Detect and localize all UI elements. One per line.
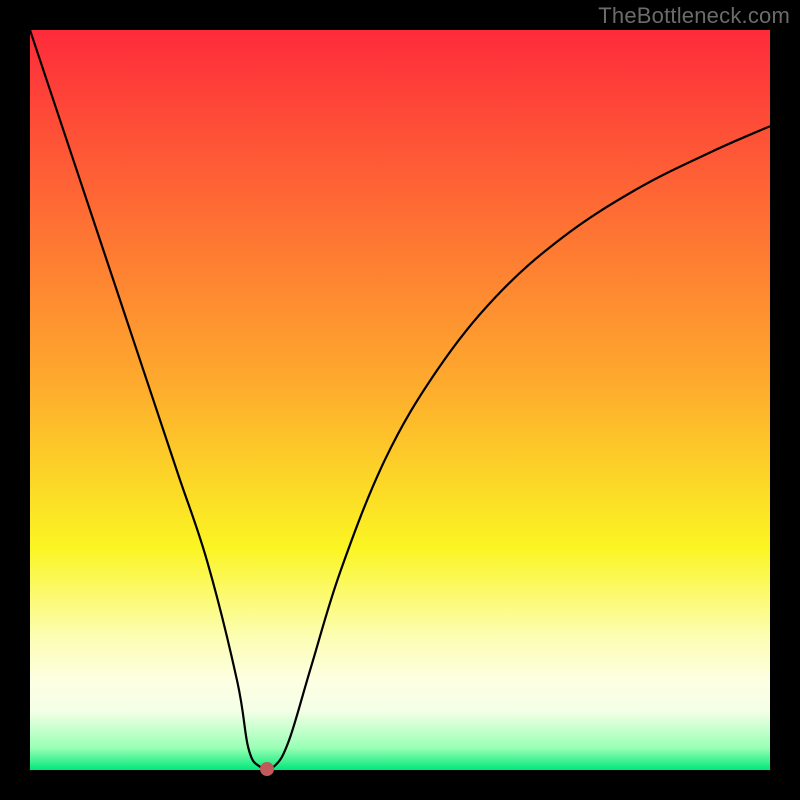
watermark-text: TheBottleneck.com [598,3,790,29]
chart-stage: TheBottleneck.com [0,0,800,800]
curve-layer [30,30,770,770]
bottleneck-curve [30,30,770,769]
optimum-marker [260,762,274,776]
